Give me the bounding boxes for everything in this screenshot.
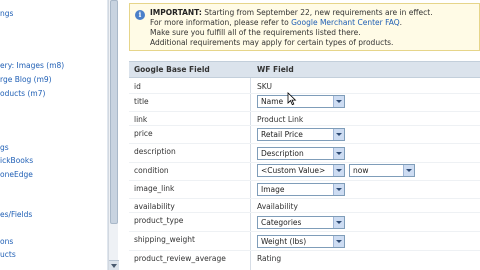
sidebar-scrollbar[interactable] bbox=[108, 0, 119, 270]
field-value-id: SKU bbox=[257, 82, 272, 91]
info-icon: i bbox=[135, 10, 145, 20]
field-label-price: price bbox=[134, 129, 153, 138]
row-divider bbox=[129, 250, 480, 251]
notice-line-2-text: For more information, please refer to bbox=[150, 18, 289, 27]
sidebar-item-gallery-images[interactable]: ery: Images (m8) bbox=[0, 61, 64, 70]
merchant-center-faq-link[interactable]: Google Merchant Center FAQ bbox=[291, 18, 400, 27]
field-label-id: id bbox=[134, 82, 141, 91]
field-label-title: title bbox=[134, 97, 149, 106]
chevron-down-icon[interactable] bbox=[333, 129, 344, 140]
row-divider bbox=[129, 212, 480, 213]
row-divider bbox=[129, 111, 480, 112]
sidebar-nav: ngs ery: Images (m8) rge Blog (m9) oduct… bbox=[0, 0, 108, 270]
field-label-product-review-average: product_review_average bbox=[134, 254, 226, 263]
column-header-google-base-field: Google Base Field bbox=[134, 65, 210, 74]
field-label-image-link: image_link bbox=[134, 184, 175, 193]
sidebar-item-oneedge[interactable]: oneEdge bbox=[0, 170, 33, 179]
column-divider bbox=[250, 78, 251, 270]
notice-line-1-text: Starting from September 22, new requirem… bbox=[204, 8, 433, 17]
sidebar-item-large-blog[interactable]: rge Blog (m9) bbox=[0, 75, 52, 84]
mouse-cursor-icon bbox=[287, 92, 297, 106]
image-link-select-value: Image bbox=[261, 185, 285, 194]
condition-custom-select[interactable]: now bbox=[349, 164, 415, 177]
notice-line-3: Make sure you fulfill all of the require… bbox=[150, 28, 361, 37]
main-content: i IMPORTANT: Starting from September 22,… bbox=[119, 0, 480, 270]
chevron-down-icon[interactable] bbox=[333, 165, 344, 176]
field-value-product-review-average: Rating bbox=[257, 254, 282, 263]
row-divider bbox=[129, 198, 480, 199]
field-label-link: link bbox=[134, 115, 148, 124]
row-divider bbox=[129, 93, 480, 94]
chevron-down-icon[interactable] bbox=[333, 217, 344, 228]
condition-custom-select-value: now bbox=[353, 166, 369, 175]
notice-line-4: Additional requirements may apply for ce… bbox=[150, 38, 394, 47]
condition-select[interactable]: <Custom Value> bbox=[257, 164, 345, 177]
product-type-select[interactable]: Categories bbox=[257, 216, 345, 229]
notice-line-2-end: . bbox=[399, 18, 403, 27]
sidebar-item-settings[interactable]: ngs bbox=[0, 9, 13, 18]
image-link-select[interactable]: Image bbox=[257, 183, 345, 196]
field-value-availability: Availability bbox=[257, 202, 298, 211]
sidebar-item-quickbooks[interactable]: ickBooks bbox=[0, 156, 33, 165]
sidebar-item-products-2[interactable]: ucts bbox=[0, 250, 16, 259]
title-select[interactable]: Name bbox=[257, 95, 345, 108]
field-value-link: Product Link bbox=[257, 115, 304, 124]
price-select[interactable]: Retail Price bbox=[257, 128, 345, 141]
field-label-availability: availability bbox=[134, 202, 175, 211]
row-divider bbox=[129, 125, 480, 126]
field-label-product-type: product_type bbox=[134, 216, 184, 225]
chevron-down-icon[interactable] bbox=[333, 96, 344, 107]
price-select-value: Retail Price bbox=[261, 130, 303, 139]
notice-title: IMPORTANT: bbox=[150, 8, 202, 17]
description-select[interactable]: Description bbox=[257, 147, 345, 160]
product-type-select-value: Categories bbox=[261, 218, 302, 227]
sidebar-item-settings-2[interactable]: gs bbox=[0, 143, 9, 152]
important-notice: i IMPORTANT: Starting from September 22,… bbox=[129, 3, 480, 51]
chevron-down-icon[interactable] bbox=[333, 148, 344, 159]
field-label-shipping-weight: shipping_weight bbox=[134, 235, 195, 244]
chevron-down-icon[interactable] bbox=[333, 184, 344, 195]
sidebar-item-products[interactable]: oducts (m7) bbox=[0, 89, 45, 98]
condition-select-value: <Custom Value> bbox=[261, 166, 326, 175]
sidebar-item-attributes-fields[interactable]: es/Fields bbox=[0, 210, 32, 219]
notice-line-2: For more information, please refer to Go… bbox=[150, 18, 402, 27]
shipping-weight-select[interactable]: Weight (lbs) bbox=[257, 235, 345, 248]
chevron-down-icon[interactable] bbox=[403, 165, 414, 176]
table-header: Google Base Field WF Field bbox=[129, 61, 480, 78]
field-label-condition: condition bbox=[134, 166, 169, 175]
field-label-description: description bbox=[134, 147, 176, 156]
scrollbar-thumb[interactable] bbox=[110, 0, 118, 224]
column-header-wf-field: WF Field bbox=[257, 65, 294, 74]
shipping-weight-select-value: Weight (lbs) bbox=[261, 237, 307, 246]
row-divider bbox=[129, 162, 480, 163]
sidebar-item-options[interactable]: ons bbox=[0, 237, 13, 246]
row-divider bbox=[129, 143, 480, 144]
scroll-down-arrow-icon[interactable] bbox=[109, 260, 119, 270]
description-select-value: Description bbox=[261, 149, 304, 158]
title-select-value: Name bbox=[261, 97, 284, 106]
row-divider bbox=[129, 180, 480, 181]
notice-line-1: IMPORTANT: Starting from September 22, n… bbox=[150, 8, 433, 17]
chevron-down-icon[interactable] bbox=[333, 236, 344, 247]
row-divider bbox=[129, 231, 480, 232]
